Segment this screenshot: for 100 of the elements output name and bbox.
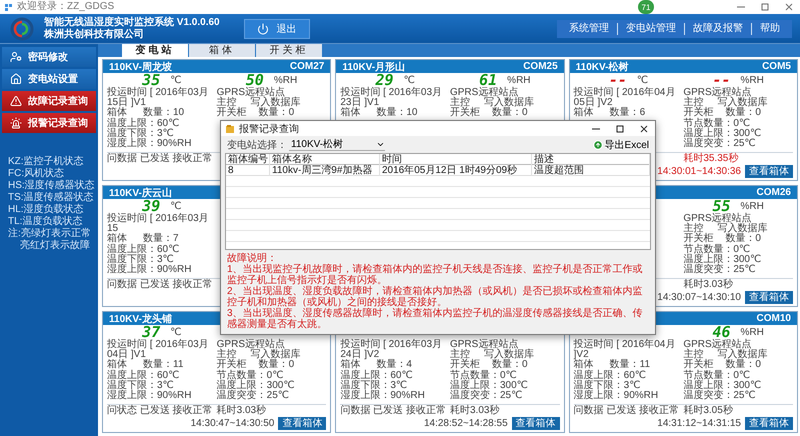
box-count: 数量：6 bbox=[610, 108, 646, 118]
status-text: 问状态 已发送 接收正常 bbox=[107, 406, 213, 416]
sidebar-item[interactable]: 变电站设置 bbox=[2, 69, 96, 89]
user-gear-icon bbox=[10, 51, 22, 63]
limit-text: 温度突变：25℃ bbox=[216, 391, 290, 401]
legend-text: HS:湿度传感器状态 bbox=[8, 180, 96, 192]
legend-text: TS:温度传感器状态 bbox=[8, 192, 95, 204]
unit-label: %RH bbox=[274, 76, 298, 86]
limit-text: 湿度上限：90%RH bbox=[340, 391, 425, 401]
elapsed-time: 耗时35.35秒 bbox=[683, 154, 738, 164]
view-box-button[interactable]: 查看箱体 bbox=[744, 164, 793, 178]
humidity-reading: 50 bbox=[246, 73, 264, 88]
unit-label: %RH bbox=[740, 76, 764, 86]
window-title: 欢迎登录：ZZ_GDGS bbox=[17, 0, 114, 14]
unit-label: ℃ bbox=[170, 328, 182, 338]
temperature-reading: -- bbox=[608, 73, 627, 88]
time-range: 14:30:07~14:30:10 bbox=[657, 292, 741, 302]
install-date: 投运时间 [ 2016年03月23日 ]V1 bbox=[340, 88, 444, 108]
legend-text: HL:湿度负载状态 bbox=[8, 204, 85, 216]
cabinet-count: 数量：0 bbox=[725, 360, 761, 370]
humidity-reading: -- bbox=[712, 73, 730, 88]
notes-title: 故障说明： bbox=[227, 253, 278, 264]
station-name: 110KV-庆云山 bbox=[109, 186, 172, 200]
cabinet-label: 开关柜 bbox=[450, 360, 480, 370]
database-label: 写入数据库 bbox=[484, 98, 534, 108]
app-title: 智能无线温湿度实时监控系统 V1.0.0.60 bbox=[44, 16, 220, 28]
limit-text: 湿度上限：90%RH bbox=[107, 391, 192, 401]
legend-note: 亮红灯表示故障 bbox=[19, 240, 91, 252]
station-name: 110KV-周龙坡 bbox=[109, 60, 172, 74]
dialog-icon bbox=[225, 124, 235, 134]
install-date: 投运时间 [ 2016年04月 ]V2 bbox=[574, 340, 676, 360]
station-select[interactable]: 110KV-松树 bbox=[289, 138, 385, 151]
gprs-label: GPRS远程站点 bbox=[683, 88, 752, 98]
unit-label: ℃ bbox=[636, 76, 648, 86]
nav-link[interactable]: 变电站管理 bbox=[617, 22, 684, 34]
limit-text: 温度下限：3℃ bbox=[107, 255, 174, 265]
limit-text: 湿度上限：90%RH bbox=[107, 139, 192, 149]
cabinet-label: 开关柜 bbox=[216, 360, 247, 370]
export-excel-button[interactable]: 导出Excel bbox=[592, 138, 649, 152]
nav-link[interactable]: 故障及报警 bbox=[684, 22, 751, 34]
limit-text: 温度突变：25℃ bbox=[450, 391, 522, 401]
sidebar-item[interactable]: 报警记录查询 bbox=[2, 113, 96, 133]
table-cell: 110kv-周三湾9#加热器 bbox=[270, 165, 380, 176]
database-label: 写入数据库 bbox=[717, 350, 768, 360]
fault-note: 2、当出现温度、湿度负载故障时，请检查箱体内加热器（或风机）是否已损坏或检查箱体内监控子机和加热器（或风机）之间的接线是否接好。 bbox=[227, 286, 644, 308]
box-label: 箱体 bbox=[574, 360, 594, 370]
box-count: 数量：10 bbox=[376, 108, 418, 118]
cabinet-count: 数量：0 bbox=[492, 360, 528, 370]
unit-label: ℃ bbox=[170, 202, 182, 212]
status-text: 问数据 已发送 接收正常 bbox=[107, 280, 213, 290]
nav-link[interactable]: 帮助 bbox=[751, 22, 788, 34]
limit-text: 温度上限：300℃ bbox=[683, 381, 762, 391]
limit-text: 温度上限：60℃ bbox=[574, 371, 646, 381]
sidebar-item[interactable]: 故障记录查询 bbox=[2, 91, 96, 111]
com-port: COM26 bbox=[756, 187, 791, 198]
limit-text: 温度突变：25℃ bbox=[683, 391, 756, 401]
limit-text: 温度下限：3℃ bbox=[574, 381, 640, 391]
time-range: 14:31:12~14:31:15 bbox=[657, 418, 741, 428]
limit-text: 温度突变：25℃ bbox=[683, 265, 756, 275]
database-label: 写入数据库 bbox=[250, 350, 301, 360]
status-text: 问数据 已发送 接收正常 bbox=[340, 406, 446, 416]
company-name: 株洲共创科技有限公司 bbox=[44, 28, 145, 40]
view-box-button[interactable]: 查看箱体 bbox=[744, 416, 793, 430]
limit-text: 节点数量：0℃ bbox=[683, 245, 750, 255]
fault-note: 1、当出现监控子机故障时，请检查箱体内的监控子机天线是否连接、监控子机是否正常工作或监控子机上信号指示灯是否有闪烁。 bbox=[227, 264, 644, 286]
nav-link[interactable]: 系统管理 bbox=[561, 22, 617, 34]
cabinet-label: 开关柜 bbox=[683, 360, 714, 370]
limit-text: 温度上限：60℃ bbox=[340, 371, 413, 381]
temperature-reading: 29 bbox=[376, 73, 394, 88]
warning-icon bbox=[10, 95, 22, 107]
limit-text: 温度上限：60℃ bbox=[107, 371, 180, 381]
elapsed-time: 耗时3.03秒 bbox=[683, 280, 733, 290]
tab[interactable]: 箱体 bbox=[189, 44, 255, 57]
sidebar-item[interactable]: 密码修改 bbox=[2, 47, 96, 67]
cabinet-count: 数量：0 bbox=[725, 108, 761, 118]
view-box-button[interactable]: 查看箱体 bbox=[278, 416, 326, 430]
upload-icon bbox=[592, 140, 603, 150]
box-count: 数量：4 bbox=[376, 360, 412, 370]
exit-button[interactable]: 退出 bbox=[244, 18, 310, 38]
cabinet-count: 数量：0 bbox=[258, 108, 294, 118]
install-date: 投运时间 [ 2016年04月05日 ]V2 bbox=[574, 88, 676, 108]
gprs-label: GPRS远程站点 bbox=[450, 88, 518, 98]
com-port: COM25 bbox=[523, 61, 558, 72]
cabinet-label: 开关柜 bbox=[683, 108, 714, 118]
view-box-button[interactable]: 查看箱体 bbox=[512, 416, 560, 430]
table-cell: 2016年05月12日 1时49分09秒 bbox=[380, 165, 532, 176]
tab[interactable]: 变电站 bbox=[122, 44, 188, 57]
limit-text: 温度上限：300℃ bbox=[683, 255, 762, 265]
time-range: 14:30:47~14:30:50 bbox=[190, 418, 274, 428]
cabinet-label: 开关柜 bbox=[683, 234, 714, 244]
install-date: 投运时间 [ 2016年03月04日 ]V1 bbox=[107, 340, 210, 360]
view-box-button[interactable]: 查看箱体 bbox=[744, 290, 793, 304]
box-label: 箱体 bbox=[107, 108, 127, 118]
database-label: 写入数据库 bbox=[717, 98, 768, 108]
box-label: 箱体 bbox=[340, 108, 360, 118]
box-label: 箱体 bbox=[574, 108, 594, 118]
tab[interactable]: 开关柜 bbox=[256, 44, 322, 57]
legend-text: TL:温度负载状态 bbox=[8, 216, 84, 228]
elapsed-time: 耗时3.05秒 bbox=[683, 406, 733, 416]
unit-label: %RH bbox=[740, 328, 764, 338]
